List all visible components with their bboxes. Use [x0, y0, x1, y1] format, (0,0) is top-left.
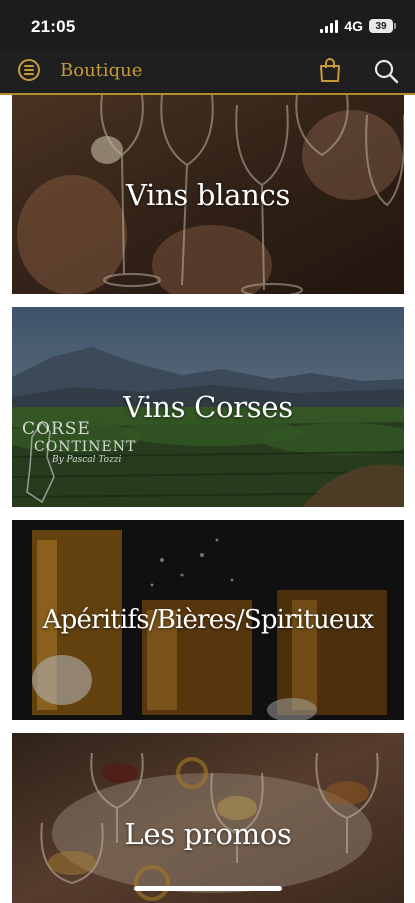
- status-indicators: 4G 39: [320, 18, 396, 34]
- category-card-vins-corses[interactable]: CORSE CONTINENT By Pascal Tozzi Vins Cor…: [12, 307, 404, 507]
- status-time: 21:05: [31, 17, 76, 36]
- menu-icon[interactable]: [18, 59, 40, 81]
- category-card-aperitifs[interactable]: Apéritifs/Bières/Spiritueux: [12, 520, 404, 720]
- category-label: Les promos: [124, 817, 292, 851]
- network-type: 4G: [344, 18, 363, 34]
- battery-icon: 39: [369, 19, 396, 33]
- page-title: Boutique: [60, 60, 143, 81]
- shopping-bag-icon[interactable]: [318, 57, 342, 83]
- category-card-vins-blancs[interactable]: Vins blancs: [12, 95, 404, 294]
- home-indicator[interactable]: [134, 886, 282, 891]
- battery-level: 39: [375, 20, 387, 32]
- status-bar: 21:05 4G 39: [0, 0, 415, 50]
- category-label: Vins blancs: [125, 177, 291, 212]
- search-icon[interactable]: [373, 58, 399, 84]
- corse-continent-logo: CORSE CONTINENT By Pascal Tozzi: [22, 419, 137, 465]
- app-bar: Boutique: [0, 50, 415, 95]
- category-card-promos[interactable]: Les promos: [12, 733, 404, 903]
- category-list: Vins blancs CORSE CONTINENT By Pascal To…: [0, 95, 415, 903]
- signal-icon: [320, 19, 339, 33]
- category-label: Apéritifs/Bières/Spiritueux: [42, 605, 374, 635]
- category-label: Vins Corses: [123, 390, 293, 424]
